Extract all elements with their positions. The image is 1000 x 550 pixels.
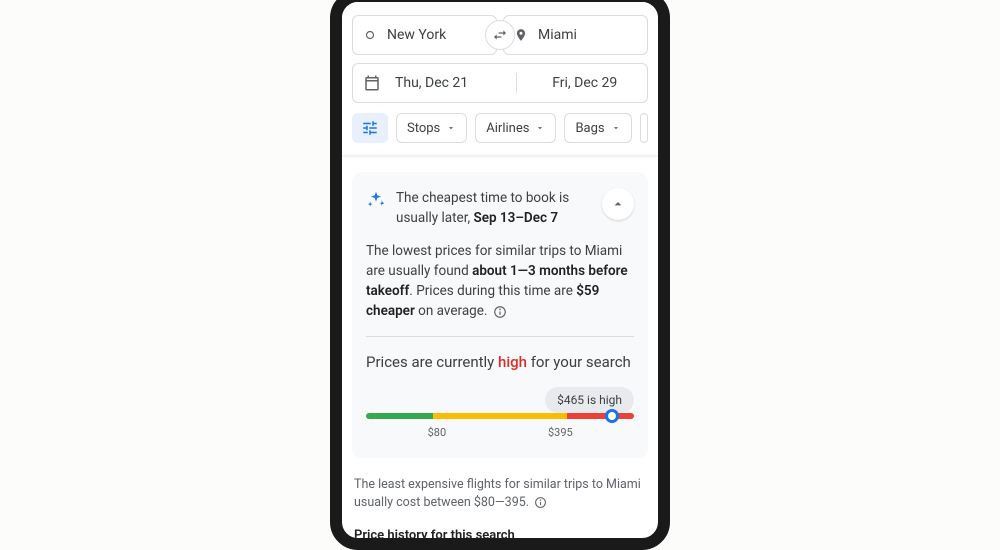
destination-value: Miami (538, 27, 577, 43)
trip-type-select[interactable]: Round trip (360, 0, 455, 3)
swap-button[interactable] (485, 20, 515, 50)
insight-headline: The cheapest time to book is usually lat… (396, 188, 592, 229)
calendar-icon (363, 74, 381, 92)
tune-icon (361, 119, 379, 137)
depart-date: Thu, Dec 21 (395, 75, 500, 91)
phone-frame: Round trip 1 Economy New York (330, 0, 670, 550)
chevron-down-icon (445, 0, 455, 1)
chevron-down-icon (611, 123, 621, 133)
insight-body-post: on average. (415, 303, 488, 319)
current-price-status: Prices are currently high for your searc… (366, 351, 634, 374)
stops-label: Stops (407, 121, 440, 136)
chevron-down-icon (598, 0, 608, 1)
stops-chip[interactable]: Stops (396, 113, 467, 143)
price-history-heading: Price history for this search (354, 528, 646, 543)
person-icon (475, 0, 489, 3)
price-low-threshold: $80 (428, 425, 447, 442)
current-pre: Prices are currently (366, 353, 498, 371)
current-post: for your search (527, 353, 631, 371)
swap-icon (492, 27, 508, 43)
price-bar (366, 413, 634, 419)
passenger-select[interactable]: 1 (475, 0, 518, 3)
insight-head-date: Sep 13–Dec 7 (473, 210, 558, 226)
trip-type-label: Round trip (380, 0, 439, 3)
return-date: Fri, Dec 29 (533, 75, 638, 91)
price-segment-low (366, 413, 433, 419)
price-pill: $465 is high (545, 387, 634, 413)
collapse-button[interactable] (602, 188, 634, 220)
price-marker (605, 409, 619, 423)
info-icon[interactable] (493, 305, 507, 319)
price-typical-threshold: $395 (548, 425, 573, 442)
price-indicator: $465 is high $80 $395 (366, 413, 634, 442)
location-icon (514, 28, 528, 42)
circle-icon (363, 28, 377, 42)
chevron-down-icon (446, 123, 456, 133)
insight-body: The lowest prices for similar trips to M… (366, 241, 634, 322)
search-card: Round trip 1 Economy New York (342, 0, 658, 156)
swap-horiz-icon (360, 0, 374, 3)
footnote-text: The least expensive flights for similar … (354, 477, 641, 510)
date-separator (516, 73, 517, 93)
price-insight-card: The cheapest time to book is usually lat… (352, 172, 648, 458)
chevron-down-icon (509, 0, 519, 1)
price-segment-typical (433, 413, 567, 419)
sparkle-icon (366, 190, 386, 216)
divider (366, 336, 634, 337)
price-segment-high (567, 413, 634, 419)
chevron-up-icon (610, 196, 626, 212)
airlines-chip[interactable]: Airlines (475, 113, 556, 143)
destination-input[interactable]: Miami (503, 15, 648, 55)
overflow-chip[interactable] (640, 113, 648, 143)
date-input[interactable]: Thu, Dec 21 Fri, Dec 29 (352, 63, 648, 103)
origin-value: New York (387, 27, 446, 43)
cabin-select[interactable]: Economy (539, 0, 609, 3)
origin-input[interactable]: New York (352, 15, 497, 55)
bags-chip[interactable]: Bags (564, 113, 631, 143)
filters-button[interactable] (352, 113, 388, 143)
cabin-label: Economy (539, 0, 593, 3)
price-footnote: The least expensive flights for similar … (354, 476, 646, 512)
current-high: high (498, 353, 527, 371)
insight-body-mid: . Prices during this time are (409, 283, 576, 299)
info-icon[interactable] (534, 496, 547, 509)
airlines-label: Airlines (486, 121, 529, 136)
bags-label: Bags (575, 121, 604, 136)
passenger-count: 1 (495, 0, 502, 3)
chevron-down-icon (535, 123, 545, 133)
